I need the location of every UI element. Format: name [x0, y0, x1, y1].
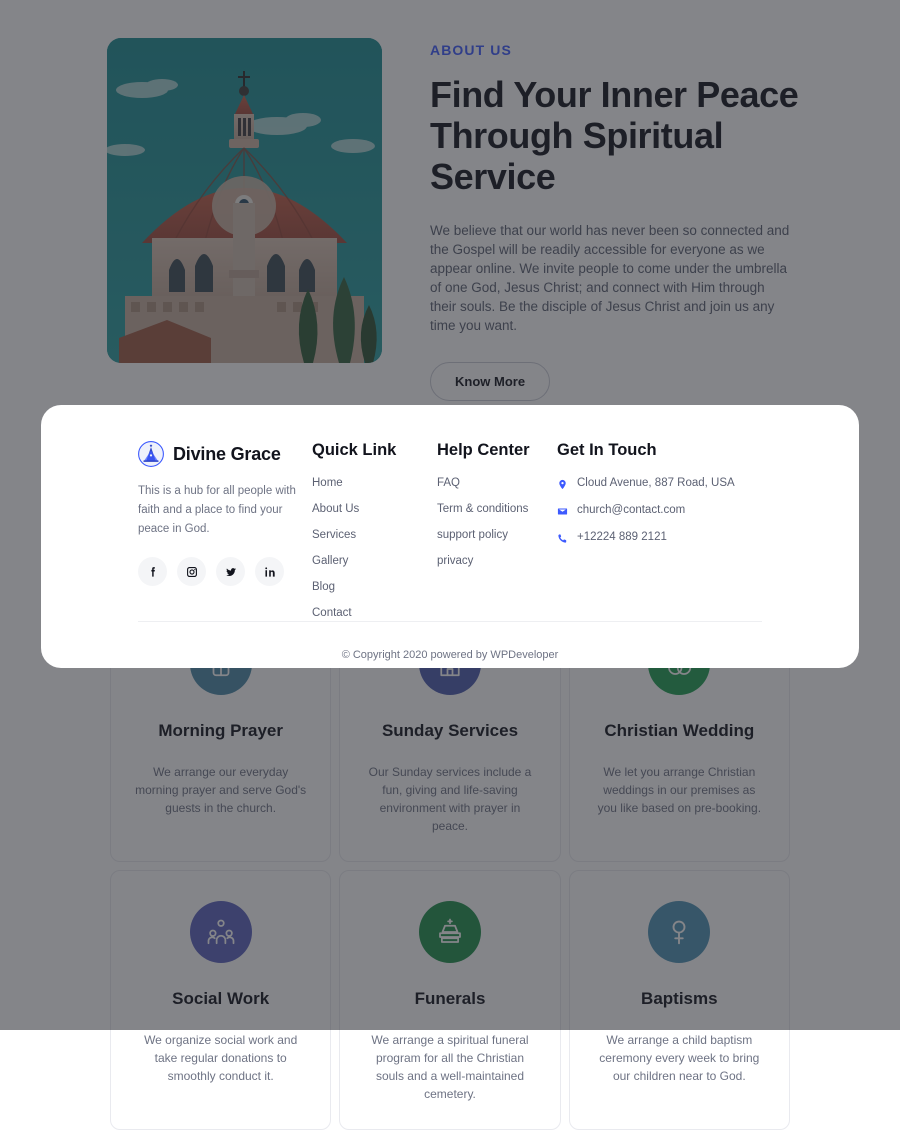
column-heading: Get In Touch — [557, 441, 657, 459]
quick-link-services[interactable]: Services — [312, 529, 437, 541]
contact-address-text: Cloud Avenue, 887 Road, USA — [577, 477, 735, 489]
quick-link-contact[interactable]: Contact — [312, 607, 437, 619]
quick-link-gallery[interactable]: Gallery — [312, 555, 437, 567]
contact-phone-text: +12224 889 2121 — [577, 531, 667, 543]
footer-divider — [138, 621, 762, 622]
help-link-terms[interactable]: Term & conditions — [437, 503, 557, 515]
social-links — [138, 557, 312, 586]
location-pin-icon — [559, 479, 566, 490]
service-description: We organize social work and take regular… — [144, 1033, 298, 1083]
church-badge-icon — [138, 441, 164, 467]
quick-link-home[interactable]: Home — [312, 477, 437, 489]
footer-panel: Divine Grace This is a hub for all peopl… — [41, 405, 859, 668]
brand-name: Divine Grace — [173, 443, 281, 464]
help-link-support-policy[interactable]: support policy — [437, 529, 557, 541]
service-description: We arrange a child baptism ceremony ever… — [599, 1033, 760, 1083]
brand-lockup[interactable]: Divine Grace — [138, 441, 312, 467]
help-link-privacy[interactable]: privacy — [437, 555, 557, 567]
service-description: We arrange a spiritual funeral program f… — [371, 1033, 529, 1101]
footer-help-center-column: Help Center FAQ Term & conditions suppor… — [437, 441, 557, 633]
twitter-icon[interactable] — [216, 557, 245, 586]
envelope-icon — [557, 508, 568, 515]
contact-address[interactable]: Cloud Avenue, 887 Road, USA — [557, 477, 803, 491]
contact-phone[interactable]: +12224 889 2121 — [557, 531, 803, 545]
quick-link-blog[interactable]: Blog — [312, 581, 437, 593]
instagram-icon[interactable] — [177, 557, 206, 586]
copyright-text: © Copyright 2020 powered by WPDeveloper — [341, 649, 559, 661]
column-heading: Quick Link — [312, 441, 397, 459]
contact-email-text: church@contact.com — [577, 504, 686, 516]
footer-get-in-touch-column: Get In Touch Cloud Avenue, 887 Road, USA… — [557, 441, 803, 633]
linkedin-icon[interactable] — [255, 557, 284, 586]
brand-description: This is a hub for all people with faith … — [138, 485, 296, 535]
phone-icon — [558, 534, 567, 543]
help-link-faq[interactable]: FAQ — [437, 477, 557, 489]
facebook-icon[interactable] — [138, 557, 167, 586]
column-heading: Help Center — [437, 441, 530, 459]
contact-email[interactable]: church@contact.com — [557, 504, 803, 518]
footer-brand-column: Divine Grace This is a hub for all peopl… — [97, 441, 312, 633]
footer-columns: Divine Grace This is a hub for all peopl… — [97, 441, 803, 633]
footer-quick-link-column: Quick Link Home About Us Services Galler… — [312, 441, 437, 633]
quick-link-about-us[interactable]: About Us — [312, 503, 437, 515]
